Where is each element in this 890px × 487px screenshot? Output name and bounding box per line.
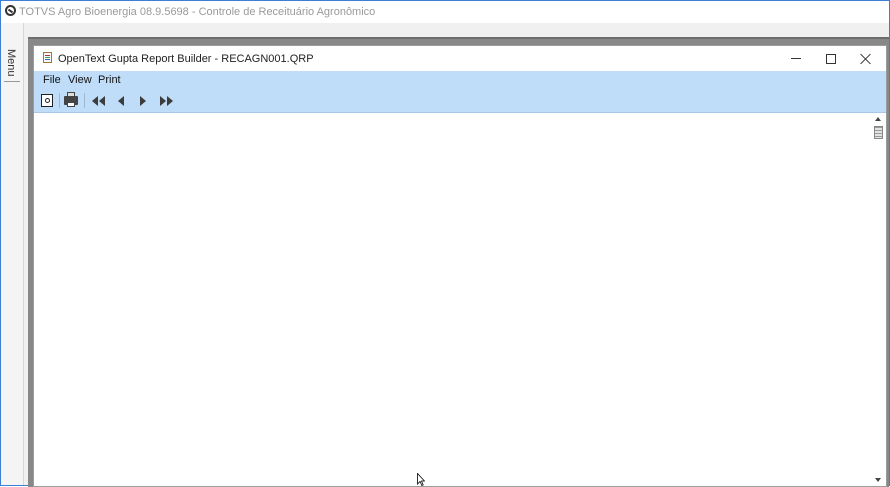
report-window-titlebar[interactable]: OpenText Gupta Report Builder - RECAGN00… xyxy=(34,46,886,71)
maximize-button[interactable] xyxy=(814,46,848,71)
next-page-icon xyxy=(140,95,146,106)
last-page-icon xyxy=(159,95,173,106)
scroll-up-icon[interactable] xyxy=(875,117,881,121)
menu-print[interactable]: Print xyxy=(98,74,121,86)
close-icon xyxy=(860,53,872,65)
next-page-button[interactable] xyxy=(134,92,152,109)
mouse-cursor-icon xyxy=(417,473,425,486)
app-title: TOTVS Agro Bioenergia 08.9.5698 - Contro… xyxy=(19,6,376,18)
minimize-icon xyxy=(791,58,801,59)
report-builder-window: OpenText Gupta Report Builder - RECAGN00… xyxy=(33,45,887,487)
side-menu-label[interactable]: Menu xyxy=(5,49,17,77)
report-toolbar xyxy=(34,89,886,113)
totvs-logo-icon xyxy=(5,5,16,16)
previous-page-button[interactable] xyxy=(112,92,130,109)
side-menu-divider xyxy=(4,81,20,82)
menu-view[interactable]: View xyxy=(68,74,92,86)
side-menu-strip[interactable]: Menu xyxy=(1,23,24,485)
print-button[interactable] xyxy=(62,92,80,109)
app-titlebar: TOTVS Agro Bioenergia 08.9.5698 - Contro… xyxy=(1,1,889,23)
app-window: TOTVS Agro Bioenergia 08.9.5698 - Contro… xyxy=(0,0,890,487)
print-preview-button[interactable] xyxy=(38,92,56,109)
close-button[interactable] xyxy=(849,46,883,71)
toolbar-separator xyxy=(59,93,60,108)
last-page-button[interactable] xyxy=(157,92,175,109)
vertical-scrollbar[interactable] xyxy=(871,113,886,486)
previous-page-icon xyxy=(118,95,124,106)
maximize-icon xyxy=(826,53,836,64)
report-menubar: File View Print xyxy=(34,71,886,89)
report-window-title: OpenText Gupta Report Builder - RECAGN00… xyxy=(58,53,314,65)
printer-icon xyxy=(64,92,78,107)
menu-file[interactable]: File xyxy=(43,74,61,86)
minimize-button[interactable] xyxy=(779,46,813,71)
print-preview-icon xyxy=(41,94,53,107)
scroll-down-icon[interactable] xyxy=(875,478,881,482)
scroll-thumb[interactable] xyxy=(874,126,883,139)
first-page-icon xyxy=(91,95,105,106)
toolbar-separator xyxy=(84,93,85,108)
first-page-button[interactable] xyxy=(89,92,107,109)
report-preview-canvas[interactable] xyxy=(34,113,870,486)
report-document-icon xyxy=(43,52,52,63)
